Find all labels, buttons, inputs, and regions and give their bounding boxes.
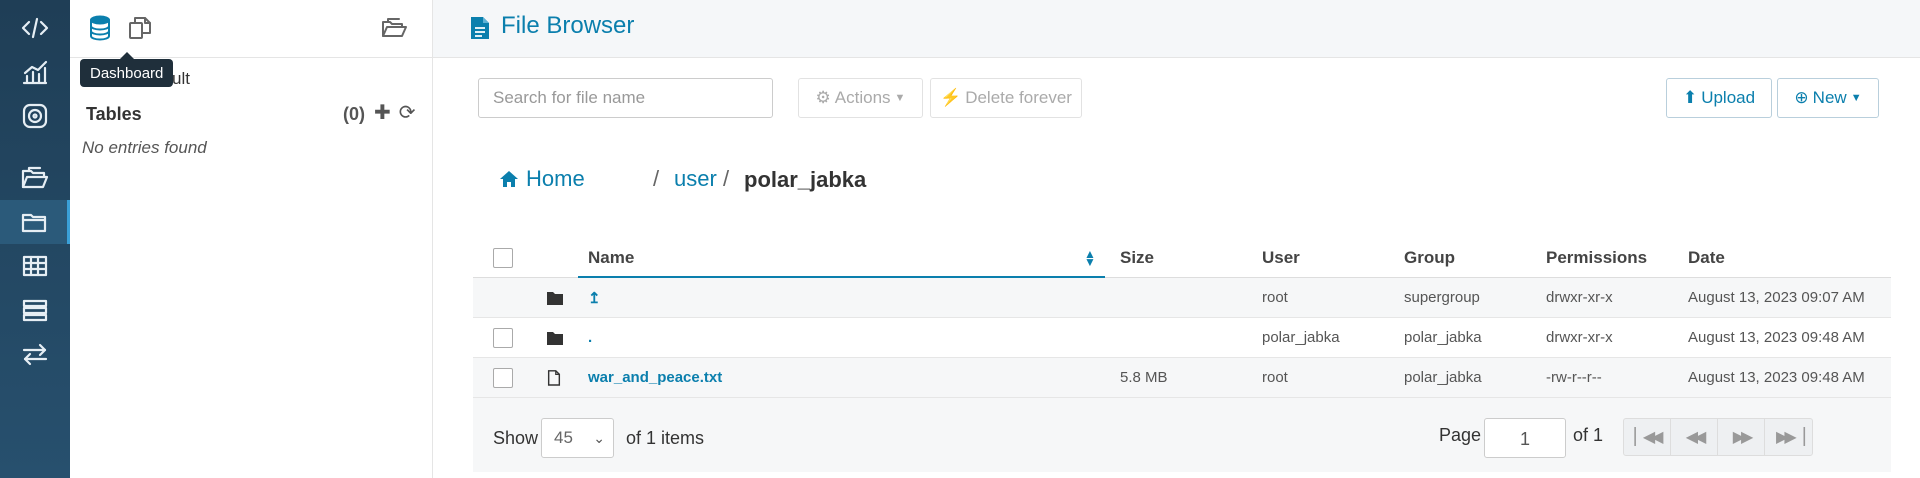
- app-root: Dashboard ult Tables (0) ✚ ⟳ No entries …: [0, 0, 1920, 478]
- total-pages: of 1: [1573, 425, 1604, 445]
- tables-label: Tables: [86, 104, 142, 124]
- file-date: August 13, 2023 09:07 AM: [1688, 289, 1865, 306]
- home-label: Home: [526, 166, 585, 191]
- left-nav: [0, 0, 70, 478]
- file-permissions: -rw-r--r--: [1546, 369, 1602, 386]
- assist-panel: Dashboard ult Tables (0) ✚ ⟳ No entries …: [70, 0, 433, 478]
- column-permissions[interactable]: Permissions: [1546, 248, 1647, 268]
- next-page-icon[interactable]: ▶▶: [1718, 419, 1765, 455]
- column-group[interactable]: Group: [1404, 248, 1455, 268]
- chart-icon[interactable]: [0, 50, 70, 94]
- file-icon: [547, 370, 561, 386]
- target-icon[interactable]: [0, 94, 70, 138]
- table-header: Name ▲ ▼ Size User Group Permissions Date: [473, 238, 1891, 278]
- sort-asc-icon[interactable]: ▲ ▼: [1084, 248, 1096, 268]
- page-label: Page: [1439, 425, 1482, 445]
- empty-message: No entries found: [82, 138, 207, 157]
- show-label: Show: [493, 428, 539, 448]
- table-row[interactable]: ↥ root supergroup drwxr-xr-x August 13, …: [473, 278, 1891, 318]
- last-page-icon[interactable]: ▶▶▕: [1765, 419, 1812, 455]
- folder-icon: [547, 292, 563, 305]
- main-header: File Browser: [433, 0, 1920, 58]
- file-user: polar_jabka: [1262, 329, 1340, 346]
- main-content: File Browser ⚙ Actions ▼ ⚡ Delete foreve…: [433, 0, 1920, 478]
- plus-circle-icon: ⊕: [1794, 88, 1809, 107]
- breadcrumb-separator: /: [723, 166, 730, 191]
- items-count: of 1 items: [626, 428, 705, 448]
- page-number-input[interactable]: 1: [1484, 418, 1566, 458]
- file-name-link[interactable]: .: [588, 329, 592, 346]
- actions-label: Actions: [834, 88, 891, 107]
- upload-label: Upload: [1701, 88, 1756, 107]
- database-icon[interactable]: [84, 12, 116, 44]
- refresh-icon[interactable]: ⟳: [399, 103, 416, 123]
- dashboard-tooltip: Dashboard: [80, 52, 174, 87]
- assist-header: [70, 0, 433, 58]
- column-name[interactable]: Name: [588, 248, 634, 268]
- page-title: File Browser: [501, 12, 635, 39]
- new-button[interactable]: ⊕ New ▼: [1777, 78, 1879, 118]
- column-size[interactable]: Size: [1120, 248, 1154, 268]
- file-permissions: drwxr-xr-x: [1546, 289, 1613, 306]
- documents-icon[interactable]: [124, 12, 156, 44]
- actions-button[interactable]: ⚙ Actions ▼: [798, 78, 923, 118]
- delete-forever-button[interactable]: ⚡ Delete forever: [930, 78, 1082, 118]
- file-name-link[interactable]: ↥: [588, 289, 601, 307]
- table-row[interactable]: war_and_peace.txt 5.8 MB root polar_jabk…: [473, 358, 1891, 398]
- code-icon[interactable]: [0, 6, 70, 50]
- gear-icon: ⚙: [815, 88, 831, 107]
- file-name-link[interactable]: war_and_peace.txt: [588, 369, 722, 386]
- column-date[interactable]: Date: [1688, 248, 1725, 268]
- search-input[interactable]: [478, 78, 773, 118]
- file-user: root: [1262, 369, 1288, 386]
- open-folder-icon[interactable]: [0, 156, 70, 200]
- database-name[interactable]: ult: [172, 69, 190, 89]
- first-page-icon[interactable]: ▏◀◀: [1624, 419, 1671, 455]
- breadcrumb-user[interactable]: user: [674, 166, 717, 192]
- breadcrumb-home[interactable]: Home: [498, 166, 585, 192]
- table-icon[interactable]: [0, 244, 70, 288]
- pager-controls: ▏◀◀ ◀◀ ▶▶ ▶▶▕: [1623, 418, 1813, 456]
- table-row[interactable]: . polar_jabka polar_jabka drwxr-xr-x Aug…: [473, 318, 1891, 358]
- prev-page-icon[interactable]: ◀◀: [1671, 419, 1718, 455]
- upload-icon: ⬆: [1682, 88, 1698, 107]
- delete-label: Delete forever: [965, 88, 1072, 107]
- upload-button[interactable]: ⬆ Upload: [1666, 78, 1772, 118]
- file-date: August 13, 2023 09:48 AM: [1688, 369, 1865, 386]
- caret-down-icon: ▼: [1850, 92, 1862, 104]
- row-checkbox[interactable]: [493, 328, 513, 348]
- page-size-value: 45: [554, 428, 573, 447]
- list-icon[interactable]: [0, 288, 70, 332]
- home-icon: [500, 171, 518, 187]
- file-user: root: [1262, 289, 1288, 306]
- new-label: New: [1812, 88, 1847, 107]
- breadcrumb-separator: /: [653, 166, 660, 191]
- page-size-select[interactable]: 45 ⌄: [541, 418, 614, 458]
- file-group: polar_jabka: [1404, 369, 1482, 386]
- chevron-down-icon: ⌄: [593, 430, 605, 446]
- column-user[interactable]: User: [1262, 248, 1300, 268]
- folder-icon: [547, 332, 563, 345]
- select-all-checkbox[interactable]: [493, 248, 513, 268]
- tables-actions: ✚ ⟳: [374, 103, 416, 123]
- caret-down-icon: ▼: [894, 92, 906, 104]
- open-folder-icon[interactable]: [378, 12, 410, 44]
- file-text-icon: [471, 17, 489, 39]
- file-group: polar_jabka: [1404, 329, 1482, 346]
- file-permissions: drwxr-xr-x: [1546, 329, 1613, 346]
- row-checkbox[interactable]: [493, 368, 513, 388]
- folder-icon[interactable]: [0, 200, 70, 244]
- add-icon[interactable]: ✚: [374, 103, 391, 123]
- file-group: supergroup: [1404, 289, 1480, 306]
- transfer-icon[interactable]: [0, 332, 70, 376]
- bolt-icon: ⚡: [940, 88, 962, 107]
- tables-count: (0): [343, 104, 365, 124]
- breadcrumb-current: polar_jabka: [744, 167, 867, 192]
- file-date: August 13, 2023 09:48 AM: [1688, 329, 1865, 346]
- pagination-footer: Show 45 ⌄ of 1 items Page 1 of 1 ▏◀◀ ◀◀ …: [473, 398, 1891, 472]
- file-size: 5.8 MB: [1120, 369, 1168, 386]
